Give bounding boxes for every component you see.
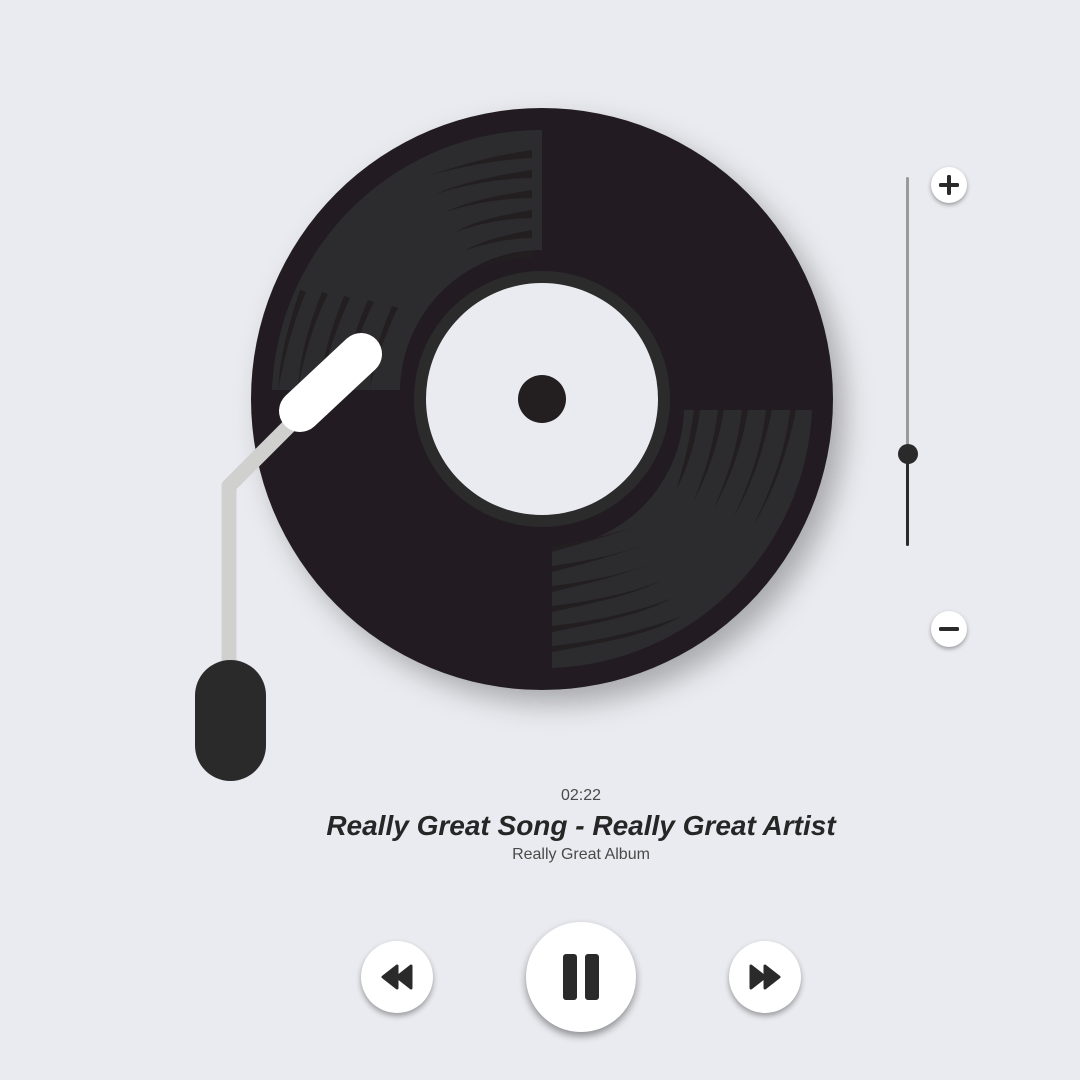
rewind-icon bbox=[381, 964, 413, 990]
album-name: Really Great Album bbox=[512, 846, 650, 863]
track-title: Really Great Song - Really Great Artist bbox=[326, 810, 836, 841]
volume-slider-fill bbox=[906, 454, 909, 546]
previous-button[interactable] bbox=[361, 941, 433, 1013]
spindle-hole bbox=[518, 375, 566, 423]
volume-down-button[interactable] bbox=[931, 611, 967, 647]
turntable bbox=[195, 108, 833, 781]
pause-icon bbox=[563, 954, 599, 1000]
elapsed-time: 02:22 bbox=[560, 787, 602, 804]
minus-icon bbox=[939, 627, 959, 631]
plus-icon bbox=[939, 175, 959, 195]
pause-button[interactable] bbox=[526, 922, 636, 1032]
volume-slider-track[interactable] bbox=[906, 177, 909, 546]
volume-up-button[interactable] bbox=[931, 167, 967, 203]
tonearm-counterweight bbox=[195, 660, 266, 781]
volume-slider-handle[interactable] bbox=[898, 444, 918, 464]
next-button[interactable] bbox=[729, 941, 801, 1013]
music-player: 02:22 Really Great Song - Really Great A… bbox=[0, 0, 1080, 1080]
fast-forward-icon bbox=[749, 964, 781, 990]
track-info: 02:22 Really Great Song - Really Great A… bbox=[0, 786, 1080, 864]
